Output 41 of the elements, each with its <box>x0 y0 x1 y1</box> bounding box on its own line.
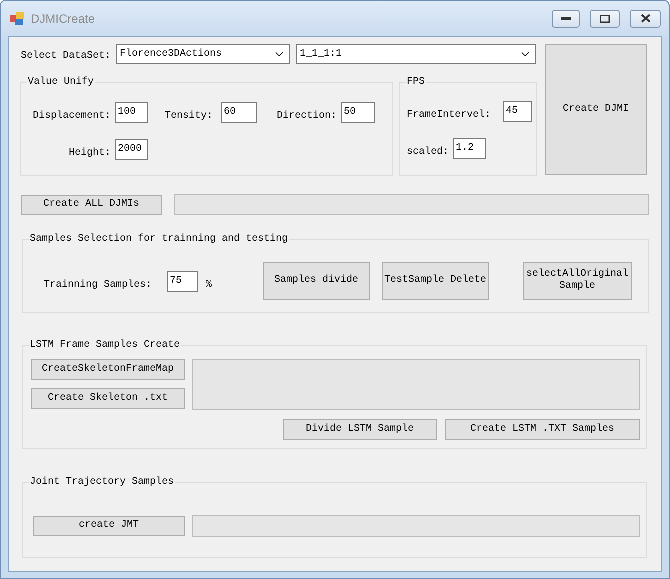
number-field[interactable]: 2000 <box>115 139 148 160</box>
dataset-dropdown[interactable]: Florence3DActions <box>116 44 290 64</box>
action-button[interactable]: Divide LSTM Sample <box>283 419 437 440</box>
number-field[interactable]: 45 <box>503 101 532 122</box>
field-label: Direction: <box>277 110 338 122</box>
create-all-button[interactable]: Create ALL DJMIs <box>21 194 162 214</box>
field-label: scaled: <box>407 146 450 158</box>
maximize-button[interactable] <box>590 10 620 28</box>
dataset-dropdown[interactable]: 1_1_1:1 <box>296 44 536 64</box>
minimize-button[interactable] <box>552 10 580 28</box>
close-icon <box>640 14 650 23</box>
group-title: FPS <box>406 76 426 89</box>
group-title: LSTM Frame Samples Create <box>29 339 182 352</box>
create-djmi-button[interactable]: Create DJMI <box>545 44 647 175</box>
action-button[interactable]: Create LSTM .TXT Samples <box>445 419 640 440</box>
group-title: Samples Selection for trainning and testing <box>29 233 290 246</box>
action-button[interactable]: Create Skeleton .txt <box>31 388 185 409</box>
window-title: DJMICreate <box>31 12 96 26</box>
action-button[interactable]: CreateSkeletonFrameMap <box>31 359 185 380</box>
number-field[interactable]: 1.2 <box>453 138 486 159</box>
create-jmt-button[interactable]: create JMT <box>33 516 185 536</box>
number-field[interactable]: 60 <box>221 102 257 123</box>
action-button[interactable]: TestSample Delete <box>382 262 489 300</box>
maximize-icon <box>600 14 610 22</box>
close-button[interactable] <box>630 10 661 28</box>
group-title: Joint Trajectory Samples <box>29 476 176 489</box>
action-button[interactable]: Samples divide <box>263 262 370 300</box>
unit-label: % <box>206 278 214 290</box>
field-label: Trainning Samples: <box>44 278 154 290</box>
field-label: Tensity: <box>165 110 214 122</box>
field-label: Displacement: <box>32 110 112 122</box>
dataset-label: Select DataSet: <box>21 50 112 62</box>
group-title: Value Unify <box>27 76 96 89</box>
number-field[interactable]: 75 <box>167 270 198 292</box>
field-label: Height: <box>68 146 112 159</box>
app-icon <box>10 11 25 26</box>
minimize-icon <box>561 16 571 20</box>
field-label: FrameIntervel: <box>407 108 492 121</box>
number-field[interactable]: 50 <box>341 102 375 123</box>
number-field[interactable]: 100 <box>115 102 148 123</box>
action-button[interactable]: selectAllOriginalSample <box>523 262 632 300</box>
